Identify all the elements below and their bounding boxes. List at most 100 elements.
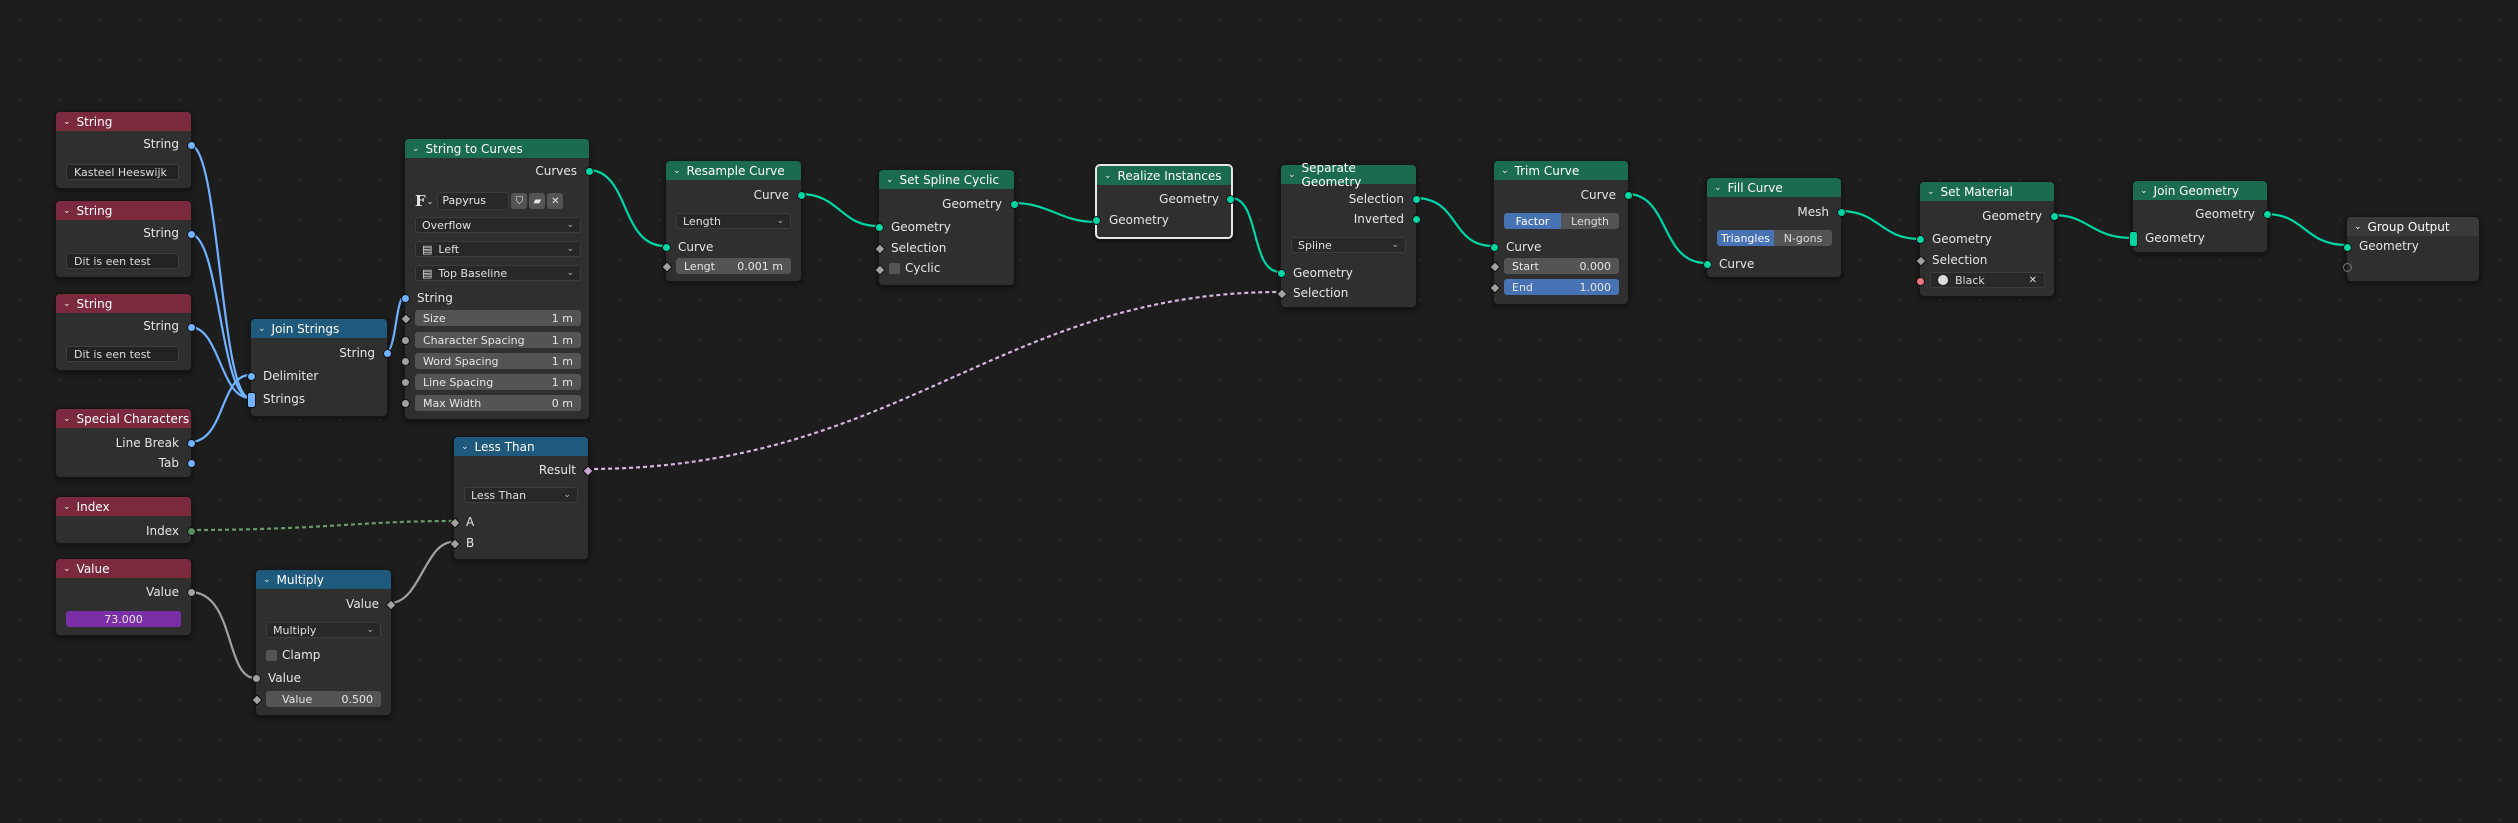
set-material-node[interactable]: ⌄ Set Material Geometry Geometry Selectio… — [1915, 181, 2059, 297]
field-socket[interactable] — [661, 261, 673, 273]
chevron-down-icon[interactable]: ⌄ — [258, 324, 266, 334]
float-socket[interactable] — [187, 588, 196, 597]
geometry-socket[interactable] — [1703, 260, 1712, 269]
node-header[interactable]: ⌄ Separate Geometry — [1281, 161, 1416, 189]
chevron-down-icon[interactable]: ⌄ — [63, 299, 71, 309]
set-spline-cyclic-node[interactable]: ⌄ Set Spline Cyclic Geometry Geometry Sel… — [874, 169, 1019, 286]
fill-mode-toggle[interactable]: Triangles N-gons — [1717, 230, 1832, 246]
fake-user-shield-icon[interactable]: ⛉ — [511, 193, 528, 209]
field-socket[interactable] — [251, 694, 263, 706]
empty-socket[interactable] — [2343, 263, 2352, 272]
geometry-socket[interactable] — [1916, 235, 1925, 244]
value-node[interactable]: ⌄ Value Value 73.000 — [55, 558, 196, 636]
chevron-down-icon[interactable]: ⌄ — [1104, 171, 1112, 181]
string-node-2[interactable]: ⌄ String String Dit is een test — [55, 200, 196, 278]
node-header[interactable]: ⌄ Less Than — [454, 437, 588, 456]
trim-mode-toggle[interactable]: Factor Length — [1504, 213, 1619, 229]
factor-option[interactable]: Factor — [1504, 213, 1561, 229]
geometry-socket[interactable] — [1412, 215, 1421, 224]
float-socket[interactable] — [401, 357, 410, 366]
float-socket[interactable] — [252, 674, 261, 683]
chevron-down-icon[interactable]: ⌄ — [412, 144, 420, 154]
length-field[interactable]: Lengt 0.001 m — [676, 258, 791, 274]
geometry-socket[interactable] — [1226, 195, 1235, 204]
node-header[interactable]: ⌄ Realize Instances — [1097, 166, 1231, 185]
close-icon[interactable]: ✕ — [547, 193, 564, 209]
node-header[interactable]: ⌄ String — [56, 112, 191, 131]
string-socket[interactable] — [187, 230, 196, 239]
float-socket[interactable] — [401, 378, 410, 387]
field-socket[interactable] — [400, 313, 412, 325]
string-socket[interactable] — [187, 439, 196, 448]
domain-dropdown[interactable]: Spline ⌄ — [1291, 237, 1406, 253]
resample-mode-dropdown[interactable]: Length ⌄ — [676, 213, 791, 229]
chevron-down-icon[interactable]: ⌄ — [263, 575, 271, 585]
chevron-down-icon[interactable]: ⌄ — [2354, 222, 2362, 232]
folder-icon[interactable]: ▰ — [529, 193, 546, 209]
max-width-field[interactable]: Max Width 0 m — [415, 395, 581, 411]
node-header[interactable]: ⌄ Multiply — [256, 570, 391, 589]
chevron-down-icon[interactable]: ⌄ — [2140, 186, 2148, 196]
trim-curve-node[interactable]: ⌄ Trim Curve Curve Factor Length Curve St… — [1489, 160, 1633, 305]
chevron-down-icon[interactable]: ⌄ — [63, 206, 71, 216]
value-field[interactable]: Value 0.500 — [266, 691, 381, 707]
node-header[interactable]: ⌄ Join Strings — [251, 319, 387, 338]
node-header[interactable]: ⌄ String to Curves — [405, 139, 589, 158]
geometry-socket[interactable] — [1092, 216, 1101, 225]
chevron-down-icon[interactable]: ⌄ — [461, 442, 469, 452]
line-spacing-field[interactable]: Line Spacing 1 m — [415, 374, 581, 390]
string-socket[interactable] — [383, 349, 392, 358]
geometry-socket[interactable] — [1490, 243, 1499, 252]
length-option[interactable]: Length — [1561, 213, 1619, 229]
geometry-socket[interactable] — [797, 191, 806, 200]
node-header[interactable]: ⌄ Join Geometry — [2133, 181, 2267, 200]
node-header[interactable]: ⌄ Fill Curve — [1707, 178, 1841, 197]
geometry-socket[interactable] — [1277, 269, 1286, 278]
float-socket[interactable] — [401, 336, 410, 345]
field-socket[interactable] — [1489, 261, 1501, 273]
chevron-down-icon[interactable]: ⌄ — [673, 166, 681, 176]
chevron-down-icon[interactable]: ⌄ — [1288, 170, 1296, 180]
node-header[interactable]: ⌄ Group Output — [2347, 217, 2479, 236]
geometry-socket[interactable] — [1837, 208, 1846, 217]
chevron-down-icon[interactable]: ⌄ — [63, 117, 71, 127]
geometry-socket[interactable] — [1010, 200, 1019, 209]
chevron-down-icon[interactable]: ⌄ — [1501, 166, 1509, 176]
material-socket[interactable] — [1916, 277, 1925, 286]
separate-geometry-node[interactable]: ⌄ Separate Geometry Selection Inverted Sp… — [1276, 161, 1421, 308]
align-x-dropdown[interactable]: ▤ Left ⌄ — [415, 241, 581, 257]
less-than-node[interactable]: ⌄ Less Than Result Less Than ⌄ A B — [449, 436, 594, 560]
word-spacing-field[interactable]: Word Spacing 1 m — [415, 353, 581, 369]
chevron-down-icon[interactable]: ⌄ — [63, 502, 71, 512]
end-field[interactable]: End 1.000 — [1504, 279, 1619, 295]
align-y-dropdown[interactable]: ▤ Top Baseline ⌄ — [415, 265, 581, 281]
multiply-node[interactable]: ⌄ Multiply Value Multiply ⌄ Clamp Value Va… — [251, 569, 397, 716]
geometry-socket[interactable] — [1624, 191, 1633, 200]
geometry-socket[interactable] — [585, 167, 594, 176]
index-node[interactable]: ⌄ Index Index — [55, 496, 196, 544]
chevron-down-icon[interactable]: ⌄ — [63, 414, 71, 424]
string-node-3[interactable]: ⌄ String String Dit is een test — [55, 293, 196, 371]
fill-curve-node[interactable]: ⌄ Fill Curve Mesh Triangles N-gons Curve — [1703, 177, 1846, 278]
node-header[interactable]: ⌄ String — [56, 201, 191, 220]
node-header[interactable]: ⌄ Value — [56, 559, 191, 578]
value-number-field[interactable]: 73.000 — [66, 611, 181, 627]
node-header[interactable]: ⌄ Set Material — [1920, 182, 2054, 201]
string-to-curves-node[interactable]: ⌄String to Curves Curves F⌄ Papyrus R...… — [400, 138, 594, 420]
resample-curve-node[interactable]: ⌄ Resample Curve Curve Length ⌄ Curve Leng… — [661, 160, 806, 282]
overflow-dropdown[interactable]: Overflow ⌄ — [415, 217, 581, 233]
node-header[interactable]: ⌄ Index — [56, 497, 191, 516]
integer-socket[interactable] — [187, 527, 196, 536]
field-socket[interactable] — [874, 264, 886, 276]
node-header[interactable]: ⌄ Special Characters — [56, 409, 191, 428]
special-characters-node[interactable]: ⌄ Special Characters Line Break Tab — [55, 408, 196, 478]
field-socket[interactable] — [1489, 282, 1501, 294]
string-node-1[interactable]: ⌄ String String Kasteel Heeswijk — [55, 111, 196, 189]
node-header[interactable]: ⌄ Resample Curve — [666, 161, 801, 180]
string-value-field[interactable]: Kasteel Heeswijk — [66, 164, 179, 180]
join-strings-node[interactable]: ⌄ Join Strings String Delimiter Strings — [247, 318, 392, 417]
clamp-checkbox[interactable] — [266, 650, 277, 661]
float-socket[interactable] — [401, 399, 410, 408]
group-output-node[interactable]: ⌄ Group Output Geometry — [2343, 216, 2480, 282]
chevron-down-icon[interactable]: ⌄ — [886, 175, 894, 185]
